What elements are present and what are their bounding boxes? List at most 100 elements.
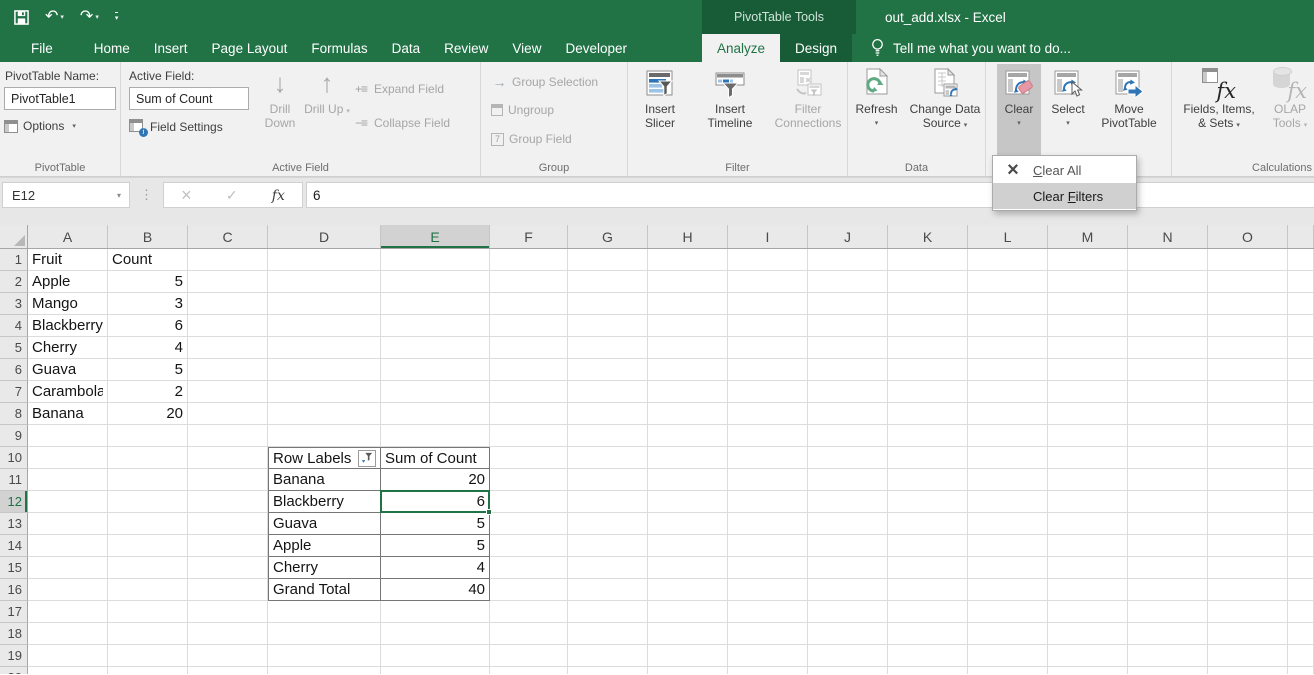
row-header-5[interactable]: 5 [0, 337, 28, 359]
cell-M8[interactable] [1048, 403, 1128, 425]
cell-L17[interactable] [968, 601, 1048, 623]
cell-D8[interactable] [268, 403, 381, 425]
row-header-3[interactable]: 3 [0, 293, 28, 315]
cell-H18[interactable] [648, 623, 728, 645]
cell-F11[interactable] [490, 469, 568, 491]
cell-L6[interactable] [968, 359, 1048, 381]
cell-M4[interactable] [1048, 315, 1128, 337]
tab-view[interactable]: View [502, 34, 551, 62]
row-header-1[interactable]: 1 [0, 249, 28, 271]
row-header-16[interactable]: 16 [0, 579, 28, 601]
cell-E1[interactable] [381, 249, 490, 271]
cell-E7[interactable] [381, 381, 490, 403]
cell-I6[interactable] [728, 359, 808, 381]
cell-O12[interactable] [1208, 491, 1288, 513]
tell-me-box[interactable]: Tell me what you want to do... [870, 34, 1071, 62]
cell-F15[interactable] [490, 557, 568, 579]
cell-17[interactable] [1288, 601, 1314, 623]
cell-A2[interactable]: Apple [28, 271, 108, 293]
cell-J19[interactable] [808, 645, 888, 667]
cell-A8[interactable]: Banana [28, 403, 108, 425]
cell-F19[interactable] [490, 645, 568, 667]
cell-L9[interactable] [968, 425, 1048, 447]
cell-C15[interactable] [188, 557, 268, 579]
cell-H13[interactable] [648, 513, 728, 535]
clear-button[interactable]: Clear ▾ [997, 64, 1041, 157]
cell-19[interactable] [1288, 645, 1314, 667]
cell-G15[interactable] [568, 557, 648, 579]
cell-K14[interactable] [888, 535, 968, 557]
cell-B10[interactable] [108, 447, 188, 469]
cell-I20[interactable] [728, 667, 808, 674]
cell-D2[interactable] [268, 271, 381, 293]
cell-F20[interactable] [490, 667, 568, 674]
cell-M20[interactable] [1048, 667, 1128, 674]
select-all-corner[interactable] [0, 225, 28, 248]
cell-K18[interactable] [888, 623, 968, 645]
cell-N19[interactable] [1128, 645, 1208, 667]
tab-design[interactable]: Design [780, 34, 852, 62]
cell-E19[interactable] [381, 645, 490, 667]
cell-M16[interactable] [1048, 579, 1128, 601]
customize-quick-access-button[interactable]: ▾ [115, 12, 119, 22]
cell-I11[interactable] [728, 469, 808, 491]
cell-E13[interactable]: 5 [381, 513, 490, 535]
cell-O1[interactable] [1208, 249, 1288, 271]
cell-A5[interactable]: Cherry [28, 337, 108, 359]
row-header-7[interactable]: 7 [0, 381, 28, 403]
cell-O20[interactable] [1208, 667, 1288, 674]
cell-E10[interactable]: Sum of Count [381, 447, 490, 469]
cell-I12[interactable] [728, 491, 808, 513]
cell-F18[interactable] [490, 623, 568, 645]
cell-I1[interactable] [728, 249, 808, 271]
collapse-field-button[interactable]: Collapse Field [353, 116, 450, 130]
cell-G7[interactable] [568, 381, 648, 403]
cell-B2[interactable]: 5 [108, 271, 188, 293]
cell-C1[interactable] [188, 249, 268, 271]
column-header-B[interactable]: B [108, 225, 188, 248]
cell-I16[interactable] [728, 579, 808, 601]
cell-O15[interactable] [1208, 557, 1288, 579]
cell-J15[interactable] [808, 557, 888, 579]
cell-M5[interactable] [1048, 337, 1128, 359]
cell-J18[interactable] [808, 623, 888, 645]
cell-H7[interactable] [648, 381, 728, 403]
cell-K7[interactable] [888, 381, 968, 403]
cell-K4[interactable] [888, 315, 968, 337]
cell-B11[interactable] [108, 469, 188, 491]
cell-O6[interactable] [1208, 359, 1288, 381]
cell-G2[interactable] [568, 271, 648, 293]
cell-I10[interactable] [728, 447, 808, 469]
cell-B6[interactable]: 5 [108, 359, 188, 381]
cell-H11[interactable] [648, 469, 728, 491]
cell-C2[interactable] [188, 271, 268, 293]
cell-G13[interactable] [568, 513, 648, 535]
cell-I9[interactable] [728, 425, 808, 447]
tab-formulas[interactable]: Formulas [301, 34, 377, 62]
insert-slicer-button[interactable]: Insert Slicer [630, 64, 690, 156]
menu-item-clear-filters[interactable]: Clear Filters [993, 183, 1136, 209]
cell-L19[interactable] [968, 645, 1048, 667]
column-header-F[interactable]: F [490, 225, 568, 248]
cell-J13[interactable] [808, 513, 888, 535]
cell-O14[interactable] [1208, 535, 1288, 557]
cell-N6[interactable] [1128, 359, 1208, 381]
filter-connections-button[interactable]: Filter Connections [770, 64, 846, 156]
cell-C17[interactable] [188, 601, 268, 623]
cell-F12[interactable] [490, 491, 568, 513]
cell-N5[interactable] [1128, 337, 1208, 359]
cell-N8[interactable] [1128, 403, 1208, 425]
cell-N17[interactable] [1128, 601, 1208, 623]
cell-F4[interactable] [490, 315, 568, 337]
cell-F2[interactable] [490, 271, 568, 293]
cell-H8[interactable] [648, 403, 728, 425]
cell-B12[interactable] [108, 491, 188, 513]
cell-N14[interactable] [1128, 535, 1208, 557]
cell-I4[interactable] [728, 315, 808, 337]
cell-B19[interactable] [108, 645, 188, 667]
row-header-18[interactable]: 18 [0, 623, 28, 645]
cell-H6[interactable] [648, 359, 728, 381]
cell-J20[interactable] [808, 667, 888, 674]
cell-N16[interactable] [1128, 579, 1208, 601]
cell-M17[interactable] [1048, 601, 1128, 623]
